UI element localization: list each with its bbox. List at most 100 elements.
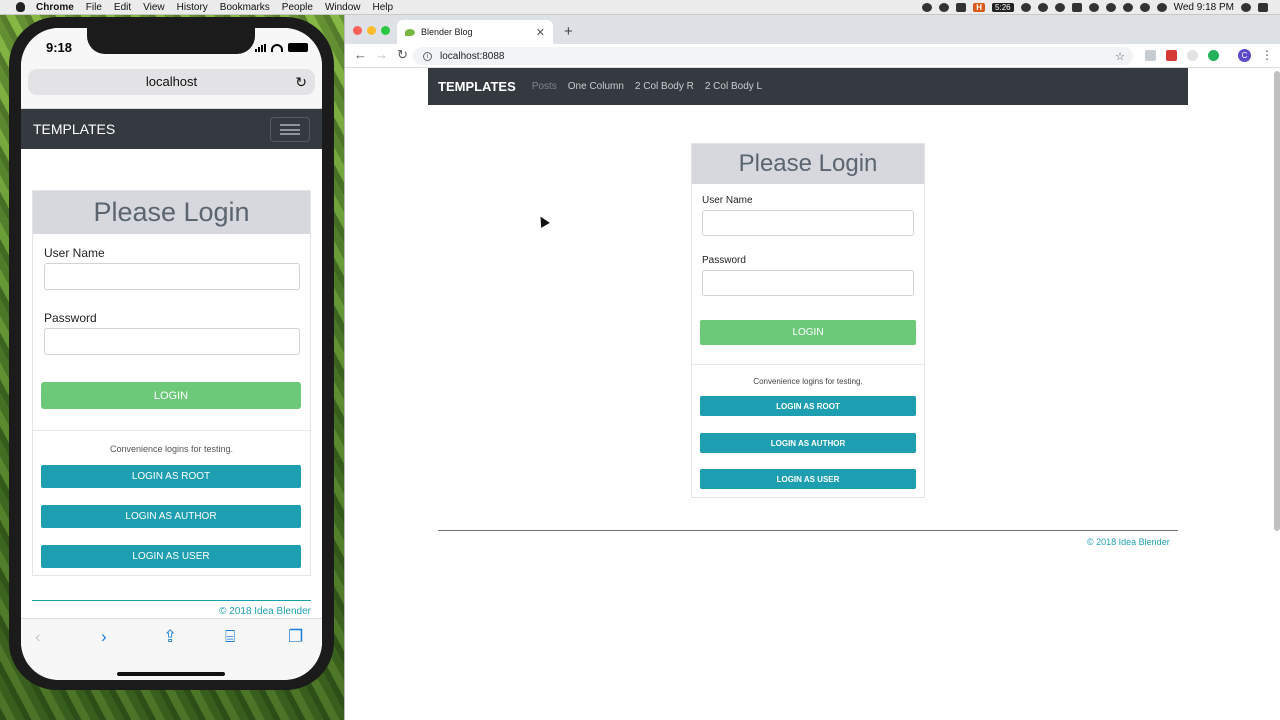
login-as-user-button[interactable]: LOGIN AS USER [700, 469, 916, 489]
phone-login-as-root-button[interactable]: LOGIN AS ROOT [41, 465, 301, 488]
menu-help[interactable]: Help [373, 2, 394, 13]
phone-back-icon[interactable]: ‹ [35, 627, 41, 647]
leaf-favicon-icon [405, 28, 415, 36]
phone-login-as-author-button[interactable]: LOGIN AS AUTHOR [41, 505, 301, 528]
gray-extension-icon[interactable] [1187, 50, 1198, 61]
mac-menu-bar: Chrome File Edit View History Bookmarks … [0, 0, 1280, 15]
nav-link-2col-body-r[interactable]: 2 Col Body R [635, 81, 694, 92]
password-label: Password [702, 255, 746, 266]
password-input[interactable] [702, 270, 914, 296]
menu-clock[interactable]: Wed 9:18 PM [1174, 2, 1234, 13]
footer-text: © 2018 Idea Blender [1087, 537, 1170, 547]
forward-arrow-icon[interactable]: → [375, 47, 388, 62]
menu-window[interactable]: Window [325, 2, 361, 13]
notification-center-icon[interactable] [1258, 2, 1268, 12]
page-viewport: TEMPLATES Posts One Column 2 Col Body R … [345, 68, 1280, 720]
time-machine-icon[interactable] [1105, 2, 1116, 12]
eye-icon[interactable] [939, 2, 950, 12]
phone-convenience-note: Convenience logins for testing. [109, 444, 234, 454]
bookmark-star-icon[interactable]: ☆ [1115, 50, 1125, 63]
hamburger-menu-icon[interactable] [270, 117, 310, 142]
phone-footer-rule [32, 600, 311, 601]
battery-icon [288, 43, 308, 52]
phone-notch [87, 28, 255, 54]
phone-forward-icon[interactable]: › [101, 627, 107, 647]
home-indicator[interactable] [117, 672, 225, 676]
tab-close-icon[interactable]: ✕ [536, 26, 545, 39]
username-input[interactable] [702, 210, 914, 236]
grid-icon[interactable] [956, 2, 967, 12]
nav-link-one-column[interactable]: One Column [568, 81, 624, 92]
maximize-window-icon[interactable] [381, 26, 390, 35]
menu-app-chrome[interactable]: Chrome [36, 2, 74, 13]
site-info-icon[interactable]: i [423, 51, 432, 61]
apple-menu-icon[interactable] [14, 2, 26, 13]
share-icon[interactable]: ⇪ [163, 627, 177, 647]
address-bar[interactable]: i localhost:8088 ☆ [413, 47, 1133, 65]
red-extension-icon[interactable] [1166, 50, 1177, 61]
login-button[interactable]: LOGIN [700, 320, 916, 345]
timer-badge[interactable]: 5:26 [992, 2, 1014, 12]
hat-icon[interactable] [1088, 2, 1099, 12]
convenience-note: Convenience logins for testing. [753, 377, 863, 386]
menu-bookmarks[interactable]: Bookmarks [220, 2, 270, 13]
nav-link-posts[interactable]: Posts [532, 81, 557, 92]
chrome-menu-icon[interactable]: ⋮ [1261, 48, 1273, 62]
nvidia-icon[interactable] [1071, 2, 1082, 12]
vertical-scrollbar[interactable] [1274, 71, 1280, 531]
tab-blender-blog[interactable]: Blender Blog ✕ [397, 20, 553, 44]
phone-footer-text: © 2018 Idea Blender [219, 606, 311, 617]
login-title: Please Login [692, 144, 924, 184]
username-label: User Name [702, 195, 753, 206]
bookmarks-icon[interactable]: ⌸ [225, 627, 235, 647]
spotlight-search-icon[interactable] [1241, 2, 1251, 12]
address-bar-url: localhost:8088 [440, 50, 505, 62]
grammarly-icon[interactable] [1037, 2, 1048, 12]
chrome-window: Blender Blog ✕ + ← → ↻ i localhost:8088 … [344, 15, 1280, 720]
phone-safari-address-area: localhost ↻ [21, 66, 322, 109]
phone-username-input[interactable] [44, 263, 300, 290]
site-brand[interactable]: TEMPLATES [438, 79, 516, 94]
menu-file[interactable]: File [86, 2, 102, 13]
menu-people[interactable]: People [282, 2, 313, 13]
phone-password-label: Password [44, 311, 97, 325]
grammarly-extension-icon[interactable] [1208, 50, 1219, 61]
login-as-author-button[interactable]: LOGIN AS AUTHOR [700, 433, 916, 453]
mouse-cursor-icon [536, 214, 550, 228]
phone-login-button[interactable]: LOGIN [41, 382, 301, 409]
close-window-icon[interactable] [353, 26, 362, 35]
bluetooth-icon[interactable] [1122, 2, 1133, 12]
new-tab-icon[interactable]: + [564, 23, 573, 40]
lightning-icon[interactable] [1054, 2, 1065, 12]
footer-rule [438, 530, 1178, 531]
phone-login-card: Please Login User Name Password LOGIN Co… [32, 190, 311, 576]
nav-link-2col-body-l[interactable]: 2 Col Body L [705, 81, 762, 92]
login-as-root-button[interactable]: LOGIN AS ROOT [700, 396, 916, 416]
menu-history[interactable]: History [177, 2, 208, 13]
reload-page-icon[interactable]: ↻ [397, 47, 408, 63]
cloud-icon[interactable] [1020, 2, 1031, 12]
record-icon[interactable] [922, 2, 933, 12]
reload-icon[interactable]: ↻ [295, 69, 307, 95]
wifi-icon[interactable] [1139, 2, 1150, 12]
browser-toolbar: ← → ↻ i localhost:8088 ☆ C ⋮ [345, 44, 1280, 68]
phone-url-field[interactable]: localhost ↻ [28, 69, 315, 95]
phone-navbar-brand[interactable]: TEMPLATES [33, 121, 115, 137]
minimize-window-icon[interactable] [367, 26, 376, 35]
back-arrow-icon[interactable]: ← [354, 47, 367, 62]
profile-avatar[interactable]: C [1238, 49, 1251, 62]
volume-icon[interactable] [1156, 2, 1167, 12]
phone-status-time: 9:18 [46, 40, 73, 55]
phone-safari-toolbar: ‹ › ⇪ ⌸ ❐ [21, 618, 322, 680]
menu-view[interactable]: View [143, 2, 165, 13]
phone-password-input[interactable] [44, 328, 300, 355]
phone-navbar: TEMPLATES [21, 109, 322, 149]
login-card: Please Login User Name Password LOGIN Co… [691, 143, 925, 498]
shield-extension-icon[interactable] [1145, 50, 1156, 61]
phone-login-as-user-button[interactable]: LOGIN AS USER [41, 545, 301, 568]
h-badge-icon[interactable]: H [973, 2, 986, 12]
phone-username-label: User Name [44, 246, 105, 260]
tab-strip: Blender Blog ✕ + [345, 15, 1280, 44]
menu-edit[interactable]: Edit [114, 2, 131, 13]
tabs-icon[interactable]: ❐ [288, 627, 303, 647]
